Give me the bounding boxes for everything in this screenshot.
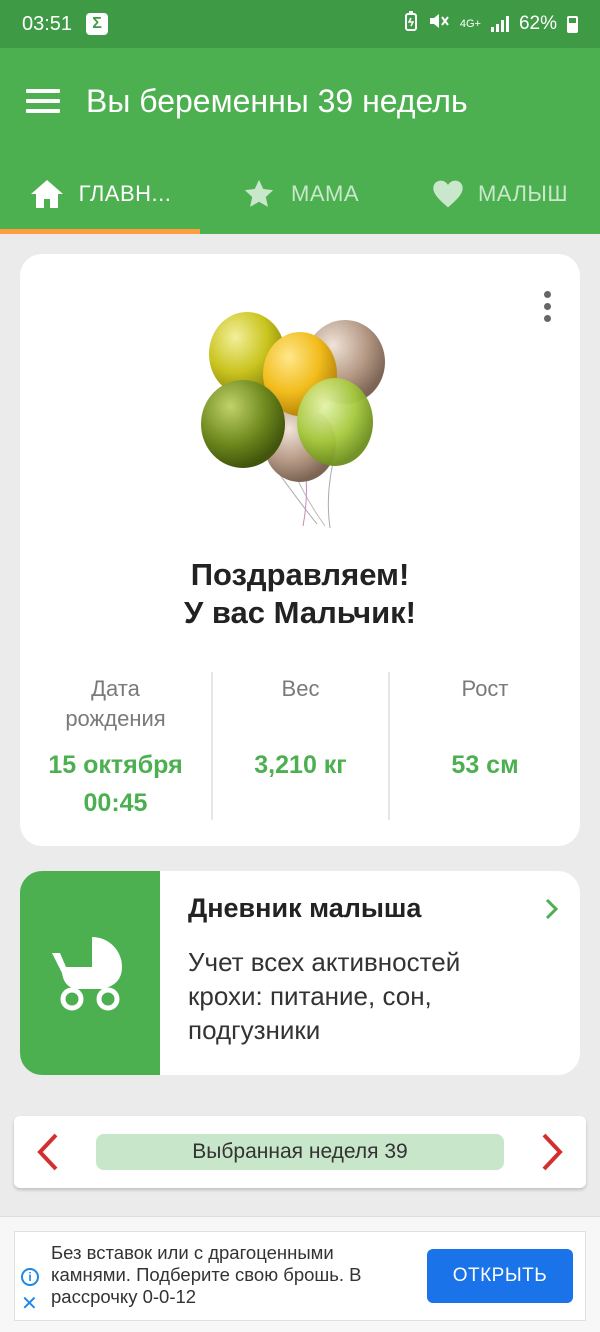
tab-label: МАМА bbox=[291, 181, 359, 206]
congrats-line-1: Поздравляем! bbox=[190, 557, 410, 592]
next-week-arrow-icon[interactable] bbox=[538, 1132, 566, 1177]
tab-label: ГЛАВН... bbox=[78, 181, 172, 206]
stat-label: Вес bbox=[281, 676, 320, 701]
diary-title: Дневник малыша bbox=[188, 893, 422, 923]
battery-icon bbox=[567, 15, 578, 33]
status-bar: 03:51 Σ 4G+ 62% bbox=[0, 0, 600, 48]
selected-week-label[interactable]: Выбранная неделя 39 bbox=[96, 1134, 504, 1170]
mute-icon bbox=[428, 11, 450, 37]
stat-value: 3,210 кг bbox=[254, 751, 347, 779]
sigma-icon: Σ bbox=[86, 13, 109, 35]
tab-bar: ГЛАВН... МАМА МАЛЫШ bbox=[0, 154, 600, 234]
congrats-card: Поздравляем! У вас Мальчик! Дата рождени… bbox=[20, 254, 580, 846]
stat-value: 15 октября 00:45 bbox=[48, 751, 183, 817]
star-icon bbox=[241, 177, 277, 211]
ad-box[interactable]: i ✕ Без вставок или с драгоценными камня… bbox=[14, 1231, 586, 1321]
app-bar: Вы беременны 39 недель bbox=[0, 48, 600, 154]
status-icons: 4G+ 62% bbox=[404, 11, 578, 37]
info-icon[interactable]: i bbox=[21, 1268, 39, 1286]
chevron-right-icon bbox=[544, 897, 560, 926]
status-time: 03:51 bbox=[22, 12, 73, 35]
app-title: Вы беременны 39 недель bbox=[86, 82, 468, 119]
stat-value: 53 см bbox=[451, 751, 519, 779]
ad-open-button[interactable]: ОТКРЫТЬ bbox=[427, 1249, 573, 1303]
congrats-title: Поздравляем! У вас Мальчик! bbox=[20, 556, 580, 632]
prev-week-arrow-icon[interactable] bbox=[34, 1132, 62, 1177]
ad-banner: i ✕ Без вставок или с драгоценными камня… bbox=[0, 1216, 600, 1332]
balloons-image bbox=[201, 312, 385, 529]
stat-label: Рост bbox=[461, 676, 509, 701]
battery-saver-icon bbox=[404, 11, 418, 37]
network-type: 4G+ bbox=[459, 17, 481, 30]
stat-label: Дата рождения bbox=[65, 676, 166, 731]
close-icon[interactable]: ✕ bbox=[21, 1294, 38, 1314]
stat-height: Рост 53 см bbox=[388, 672, 580, 820]
birth-stats: Дата рождения 15 октября 00:45 Вес 3,210… bbox=[20, 672, 580, 820]
tab-baby[interactable]: МАЛЫШ bbox=[400, 154, 600, 234]
battery-percent: 62% bbox=[518, 13, 557, 34]
baby-diary-card[interactable]: Дневник малыша Учет всех активностей кро… bbox=[20, 871, 580, 1075]
stroller-icon bbox=[50, 931, 130, 1016]
heart-icon bbox=[432, 179, 464, 209]
tab-mama[interactable]: МАМА bbox=[200, 154, 400, 234]
stat-weight: Вес 3,210 кг bbox=[211, 672, 388, 820]
diary-description: Учет всех активностей крохи: питание, со… bbox=[188, 947, 461, 1045]
more-options-icon[interactable] bbox=[542, 291, 552, 322]
stat-birth-date: Дата рождения 15 октября 00:45 bbox=[20, 672, 211, 820]
ad-text: Без вставок или с драгоценными камнями. … bbox=[51, 1242, 362, 1307]
week-selector: Выбранная неделя 39 bbox=[14, 1116, 586, 1188]
diary-icon-panel bbox=[20, 871, 160, 1075]
tab-label: МАЛЫШ bbox=[477, 181, 569, 206]
congrats-line-2: У вас Мальчик! bbox=[183, 595, 416, 630]
tab-main[interactable]: ГЛАВН... bbox=[0, 154, 200, 234]
home-icon bbox=[29, 178, 65, 210]
signal-icon bbox=[490, 16, 509, 32]
menu-icon[interactable] bbox=[26, 89, 60, 113]
